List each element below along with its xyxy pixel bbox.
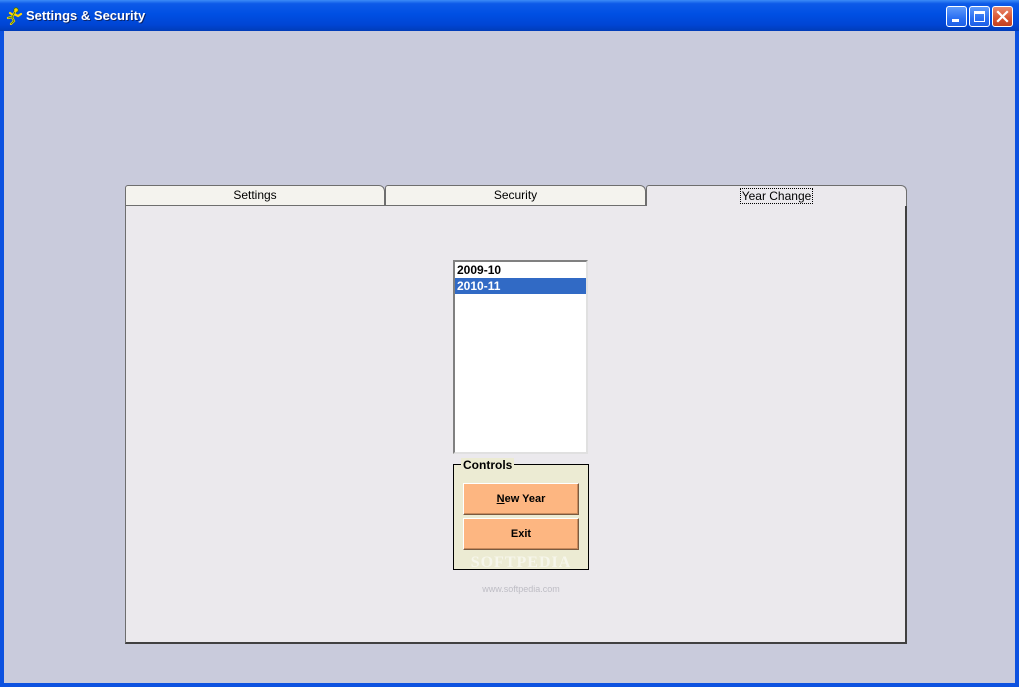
controls-groupbox: Controls New Year Exit (453, 458, 589, 570)
year-change-panel: 2009-10 2010-11 Controls New Year Exit S… (125, 206, 907, 644)
tab-year-change-label: Year Change (739, 188, 814, 204)
list-item-2009-10[interactable]: 2009-10 (455, 262, 586, 278)
exit-label: Exit (510, 528, 532, 540)
running-man-icon (6, 7, 23, 25)
window-title: Settings & Security (26, 8, 146, 23)
list-item-2010-11[interactable]: 2010-11 (455, 278, 586, 294)
minimize-button[interactable] (946, 6, 967, 27)
tab-settings-label: Settings (233, 188, 277, 202)
window-frame-left (0, 31, 4, 687)
close-icon (996, 10, 1009, 23)
maximize-icon (974, 11, 985, 22)
new-year-mnemonic: N (496, 493, 505, 505)
new-year-label: ew Year (504, 493, 546, 505)
window-frame-bottom (0, 683, 1019, 687)
close-button[interactable] (992, 6, 1013, 27)
minimize-icon (952, 19, 959, 22)
tab-settings[interactable]: Settings (125, 185, 385, 206)
title-bar[interactable]: Settings & Security (0, 0, 1019, 31)
tab-year-change[interactable]: Year Change (646, 185, 907, 207)
new-year-button[interactable]: New Year (463, 483, 579, 515)
tab-control: Settings Security Year Change 2009-10 20… (125, 185, 907, 644)
exit-button[interactable]: Exit (463, 518, 579, 550)
softpedia-watermark-url: www.softpedia.com (482, 584, 560, 594)
tab-security-label: Security (493, 188, 538, 202)
controls-legend: Controls (461, 458, 515, 472)
window-frame-right (1015, 31, 1019, 687)
tab-security[interactable]: Security (385, 185, 646, 206)
year-listbox[interactable]: 2009-10 2010-11 (453, 260, 588, 454)
maximize-button[interactable] (969, 6, 990, 27)
